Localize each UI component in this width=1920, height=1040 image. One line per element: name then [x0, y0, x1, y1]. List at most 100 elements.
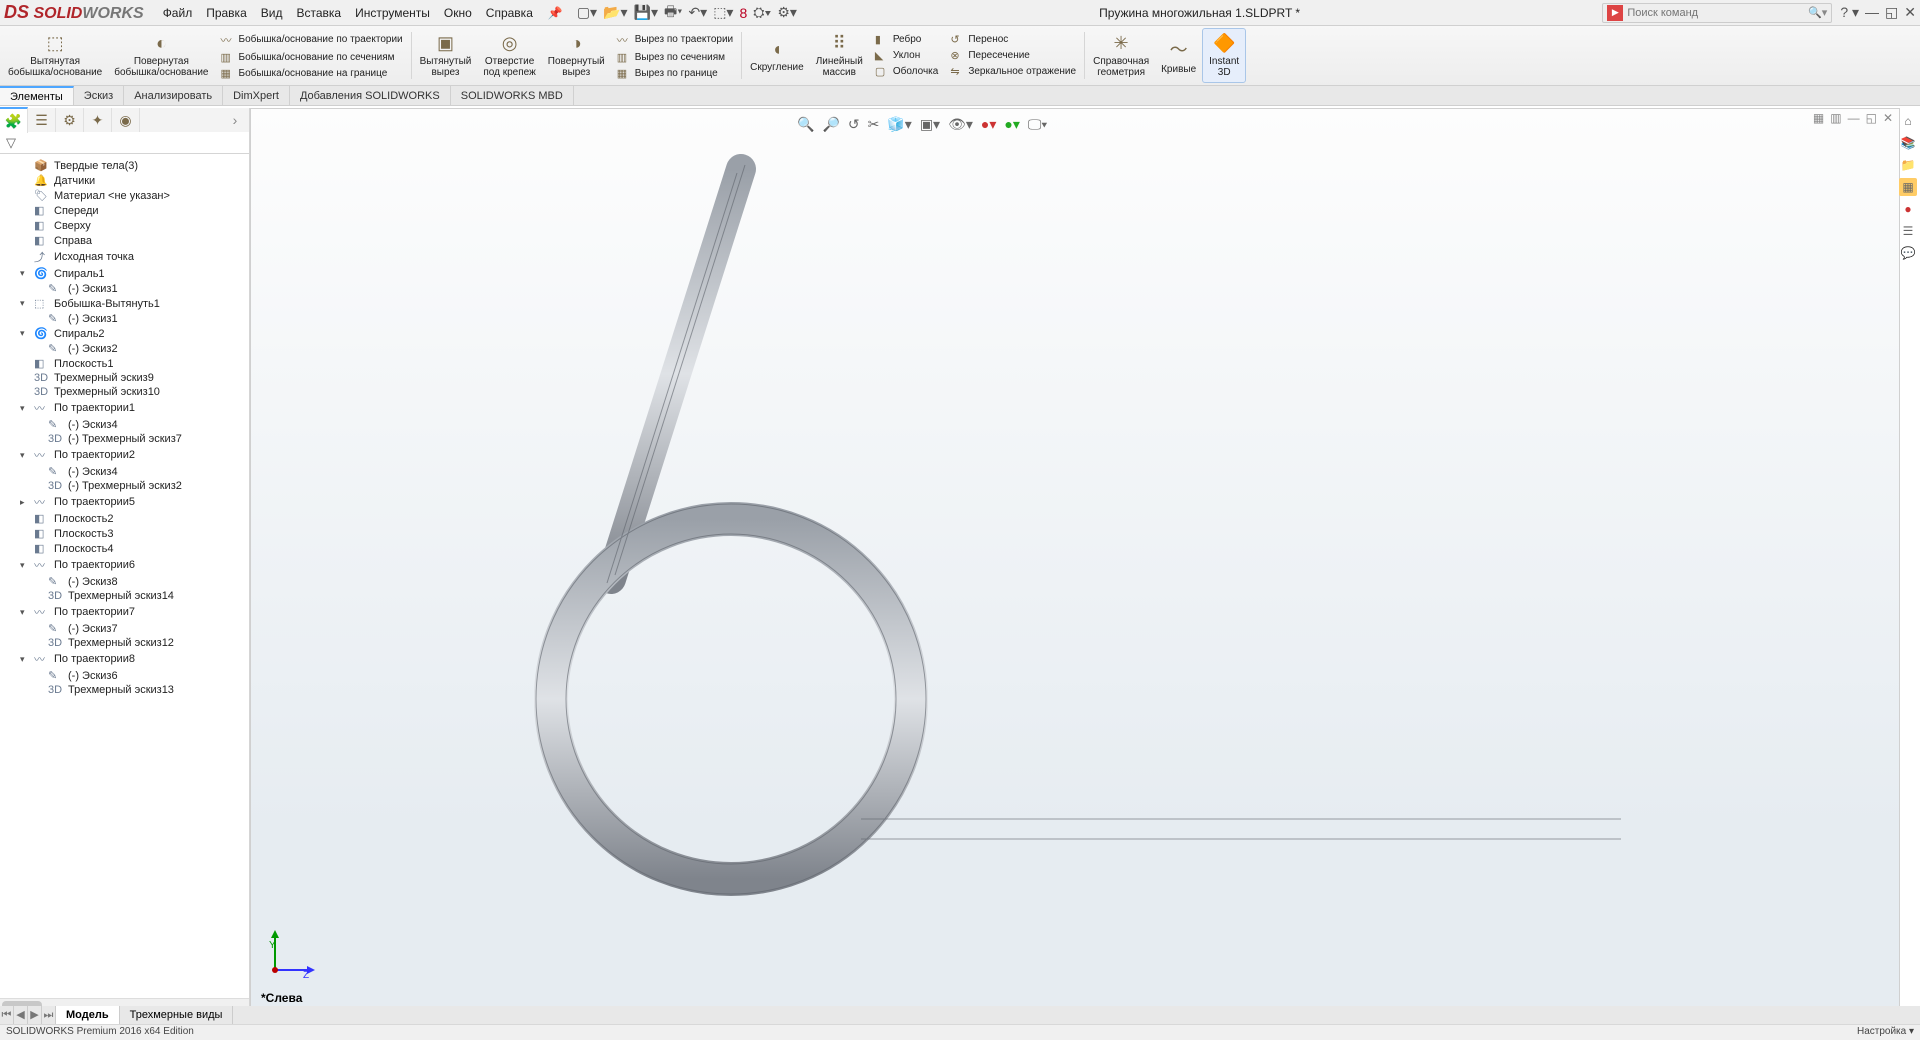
zoom-fit-icon[interactable]: 🔍: [797, 116, 814, 133]
tab-features[interactable]: Элементы: [0, 86, 74, 105]
tab-nav-next[interactable]: ▶: [28, 1006, 42, 1024]
rail-appearances-icon[interactable]: ●: [1899, 200, 1917, 218]
tree-node[interactable]: ✎(-) Эскиз4: [6, 464, 247, 479]
close-icon[interactable]: ✕: [1904, 4, 1916, 21]
doc-cascade-icon[interactable]: ▥: [1830, 111, 1841, 125]
tree-node[interactable]: ▾⬚Бобышка-Вытянуть1: [6, 296, 247, 311]
tree-node[interactable]: 3DТрехмерный эскиз14: [6, 589, 247, 603]
boundary-cut-button[interactable]: ▦Вырез по границе: [615, 66, 735, 81]
mirror-button[interactable]: ⇋Зеркальное отражение: [948, 64, 1078, 79]
tab-mbd[interactable]: SOLIDWORKS MBD: [451, 86, 574, 105]
revolved-cut-button[interactable]: ◑Повернутый вырез: [542, 28, 611, 83]
property-tab-icon[interactable]: ☰: [28, 108, 56, 132]
doc-tile-icon[interactable]: ▦: [1813, 111, 1824, 125]
qat-open-icon[interactable]: 📂▾: [603, 4, 627, 21]
tree-node[interactable]: ▾🌀Спираль1: [6, 266, 247, 281]
tab-addins[interactable]: Добавления SOLIDWORKS: [290, 86, 451, 105]
tree-node[interactable]: ◧Справа: [6, 233, 247, 248]
prev-view-icon[interactable]: ↺: [848, 116, 860, 133]
display-tab-icon[interactable]: ◉: [112, 108, 140, 132]
tab-dimxpert[interactable]: DimXpert: [223, 86, 290, 105]
qat-rebuild-icon[interactable]: 8: [739, 5, 747, 21]
rail-properties-icon[interactable]: ☰: [1899, 222, 1917, 240]
pin-icon[interactable]: 📌: [548, 6, 563, 20]
qat-save-icon[interactable]: 💾▾: [634, 4, 658, 21]
rail-resources-icon[interactable]: ⌂: [1899, 112, 1917, 130]
tree-node[interactable]: 📦Твердые тела(3): [6, 158, 247, 173]
tab-evaluate[interactable]: Анализировать: [124, 86, 223, 105]
tab-sketch[interactable]: Эскиз: [74, 86, 124, 105]
tree-node[interactable]: ▸〰По траектории5: [6, 493, 247, 511]
draft-button[interactable]: ◣Уклон: [873, 48, 941, 63]
tree-node[interactable]: ◧Плоскость3: [6, 526, 247, 541]
menu-window[interactable]: Окно: [444, 6, 472, 20]
tree-node[interactable]: ✎(-) Эскиз7: [6, 621, 247, 636]
doc-close-icon[interactable]: ✕: [1883, 111, 1893, 125]
qat-settings-icon[interactable]: ⚙▾: [777, 4, 797, 21]
curves-button[interactable]: 〜Кривые: [1155, 28, 1202, 83]
expand-panel-icon[interactable]: ›: [221, 108, 249, 132]
tab-nav-last[interactable]: ⏭: [42, 1006, 56, 1024]
tab-nav-first[interactable]: ⏮: [0, 1006, 14, 1024]
lofted-cut-button[interactable]: ▥Вырез по сечениям: [615, 50, 735, 65]
menu-insert[interactable]: Вставка: [296, 6, 341, 20]
status-customize[interactable]: Настройка ▾: [1857, 1026, 1914, 1039]
qat-select-icon[interactable]: ⬚▾: [713, 4, 733, 21]
menu-help[interactable]: Справка: [486, 6, 533, 20]
revolved-boss-button[interactable]: ◐Повернутая бобышка/основание: [108, 28, 214, 83]
menu-tools[interactable]: Инструменты: [355, 6, 430, 20]
menu-edit[interactable]: Правка: [206, 6, 247, 20]
shell-button[interactable]: ▢Оболочка: [873, 64, 941, 79]
section-view-icon[interactable]: ✂: [868, 116, 880, 133]
qat-options-icon[interactable]: ⛭▾: [753, 4, 771, 21]
appearance-icon[interactable]: ●▾: [981, 116, 996, 133]
minimize-icon[interactable]: —: [1865, 4, 1879, 21]
instant3d-button[interactable]: 🔶Instant 3D: [1202, 28, 1246, 83]
extruded-boss-button[interactable]: ⬚Вытянутая бобышка/основание: [2, 28, 108, 83]
boundary-boss-button[interactable]: ▦Бобышка/основание на границе: [219, 66, 405, 81]
tab-model[interactable]: Модель: [56, 1006, 120, 1024]
feature-tree[interactable]: 📦Твердые тела(3)🔔Датчики🏷Материал <не ук…: [0, 154, 249, 998]
scene-icon[interactable]: ●▾: [1004, 116, 1019, 133]
config-tab-icon[interactable]: ⚙: [56, 108, 84, 132]
maximize-icon[interactable]: ◱: [1885, 4, 1898, 21]
tree-node[interactable]: ✎(-) Эскиз6: [6, 668, 247, 683]
tree-node[interactable]: 3DТрехмерный эскиз10: [6, 385, 247, 399]
tree-node[interactable]: ◧Спереди: [6, 203, 247, 218]
tree-node[interactable]: 🏷Материал <не указан>: [6, 188, 247, 203]
help-icon[interactable]: ? ▾: [1840, 4, 1859, 21]
tab-nav-prev[interactable]: ◀: [14, 1006, 28, 1024]
doc-min-icon[interactable]: —: [1848, 111, 1860, 125]
tree-node[interactable]: ◧Плоскость2: [6, 511, 247, 526]
tree-node[interactable]: ▾🌀Спираль2: [6, 326, 247, 341]
menu-view[interactable]: Вид: [261, 6, 283, 20]
lofted-boss-button[interactable]: ▥Бобышка/основание по сечениям: [219, 50, 405, 65]
tree-node[interactable]: ▾〰По траектории8: [6, 650, 247, 668]
tree-node[interactable]: ▾〰По траектории1: [6, 399, 247, 417]
wrap-button[interactable]: ↺Перенос: [948, 32, 1078, 47]
tree-node[interactable]: ▾〰По траектории7: [6, 603, 247, 621]
fillet-button[interactable]: ◖Скругление: [744, 28, 810, 83]
tree-node[interactable]: ▾〰По траектории6: [6, 556, 247, 574]
tree-node[interactable]: ◧Плоскость4: [6, 541, 247, 556]
rail-explorer-icon[interactable]: 📁: [1899, 156, 1917, 174]
doc-max-icon[interactable]: ◱: [1866, 111, 1877, 125]
hide-show-icon[interactable]: 👁▾: [948, 116, 973, 133]
search-icon[interactable]: 🔍▾: [1808, 6, 1827, 19]
command-search[interactable]: ▶ 🔍▾: [1602, 3, 1832, 23]
swept-boss-button[interactable]: 〰Бобышка/основание по траектории: [219, 31, 405, 49]
tree-node[interactable]: 3D(-) Трехмерный эскиз7: [6, 432, 247, 446]
search-input[interactable]: [1627, 7, 1808, 19]
graphics-area[interactable]: ▦ ▥ — ◱ ✕ 🔍 🔎 ↺ ✂ 🧊▾ ▣▾ 👁▾ ●▾ ●▾ 🖵▾: [250, 108, 1900, 1012]
tab-3dviews[interactable]: Трехмерные виды: [120, 1006, 234, 1024]
tree-node[interactable]: 3DТрехмерный эскиз12: [6, 636, 247, 650]
tree-node[interactable]: ▾〰По траектории2: [6, 446, 247, 464]
tree-node[interactable]: ✎(-) Эскиз1: [6, 281, 247, 296]
feature-tree-tab-icon[interactable]: 🧩: [0, 107, 28, 133]
extruded-cut-button[interactable]: ▣Вытянутый вырез: [414, 28, 478, 83]
menu-file[interactable]: Файл: [163, 6, 193, 20]
tree-node[interactable]: ✎(-) Эскиз4: [6, 417, 247, 432]
linear-pattern-button[interactable]: ⠿Линейный массив: [810, 28, 869, 83]
tree-node[interactable]: 🔔Датчики: [6, 173, 247, 188]
tree-node[interactable]: 3D(-) Трехмерный эскиз2: [6, 479, 247, 493]
